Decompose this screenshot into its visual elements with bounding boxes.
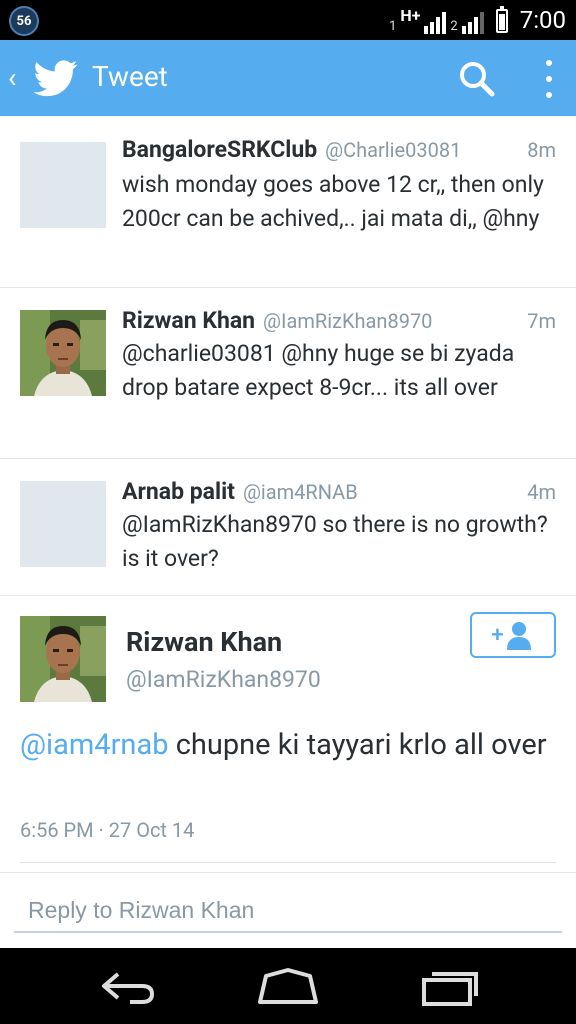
status-clock: 7:00 [519,6,566,34]
tweet-header: Arnab palit @iam4RNAB 4m [122,478,556,505]
back-chevron-icon[interactable]: ‹ [8,64,16,92]
detail-author-handle: @IamRizKhan8970 [126,666,321,693]
signal-icon-2 [461,12,484,34]
sim2-label: 2 [450,18,458,34]
mention-link[interactable]: @iam4rnab [20,728,169,762]
tweet-author-handle: @Charlie03081 [325,138,462,162]
battery-icon [495,6,508,33]
tweet-author-name[interactable]: Arnab palit [122,478,235,505]
nav-home-icon[interactable] [256,966,320,1006]
notification-badge: 56 [9,6,39,36]
avatar[interactable] [20,481,106,567]
overflow-menu-icon[interactable] [540,60,558,98]
reply-input[interactable] [14,889,562,933]
tweet-author-name[interactable]: Rizwan Khan [122,307,255,334]
tweet-author-name[interactable]: BangaloreSRKClub [122,136,317,163]
follow-button[interactable]: + [470,612,556,658]
tweet-row[interactable]: BangaloreSRKClub @Charlie03081 8m wish m… [0,116,576,288]
signal-icon [424,12,447,34]
nav-recents-icon[interactable] [418,966,482,1006]
avatar[interactable] [20,142,106,228]
tweet-author-handle: @IamRizKhan8970 [263,309,433,333]
action-bar: ‹ Tweet [0,40,576,116]
nav-back-icon[interactable] [96,966,160,1006]
tweet-text: wish monday goes above 12 cr,, then only… [122,171,544,232]
tweet-header: BangaloreSRKClub @Charlie03081 8m [122,136,556,163]
tweet-text: @charlie03081 @hny huge se bi zyada drop… [122,340,515,401]
detail-tweet-text: @iam4rnab chupne ki tayyari krlo all ove… [20,724,556,766]
tweet-time: 7m [527,309,556,333]
divider [20,862,556,863]
tweet-row[interactable]: Rizwan Khan @IamRizKhan8970 7m @charlie0… [0,289,576,459]
tweet-header: Rizwan Khan @IamRizKhan8970 7m [122,307,556,334]
detail-avatar[interactable] [20,616,106,702]
tweet-detail: Rizwan Khan @IamRizKhan8970 + @iam4rnab … [0,596,576,868]
network-type-label: H+ [400,5,421,25]
detail-author-name[interactable]: Rizwan Khan [126,626,282,658]
twitter-bird-icon[interactable] [34,56,78,100]
tweet-time: 8m [527,138,556,162]
tweet-time: 4m [527,480,556,504]
avatar[interactable] [20,310,106,396]
svg-text:+: + [491,622,504,647]
tweet-row[interactable]: Arnab palit @iam4RNAB 4m @IamRizKhan8970… [0,460,576,596]
tweet-text: @IamRizKhan8970 so there is no growth?is… [122,511,548,572]
detail-text-body: chupne ki tayyari krlo all over [168,728,547,762]
add-user-icon: + [491,622,531,650]
system-nav-bar [0,948,576,1024]
page-title: Tweet [92,60,168,93]
detail-timestamp: 6:56 PM · 27 Oct 14 [20,818,195,842]
status-icons: 1 H+ 2 7:00 [389,0,566,40]
tweet-author-handle: @iam4RNAB [242,480,358,504]
reply-bar [0,872,576,948]
status-bar: 56 1 H+ 2 7:00 [0,0,576,40]
search-icon[interactable] [458,60,496,98]
sim1-label: 1 [389,18,397,34]
